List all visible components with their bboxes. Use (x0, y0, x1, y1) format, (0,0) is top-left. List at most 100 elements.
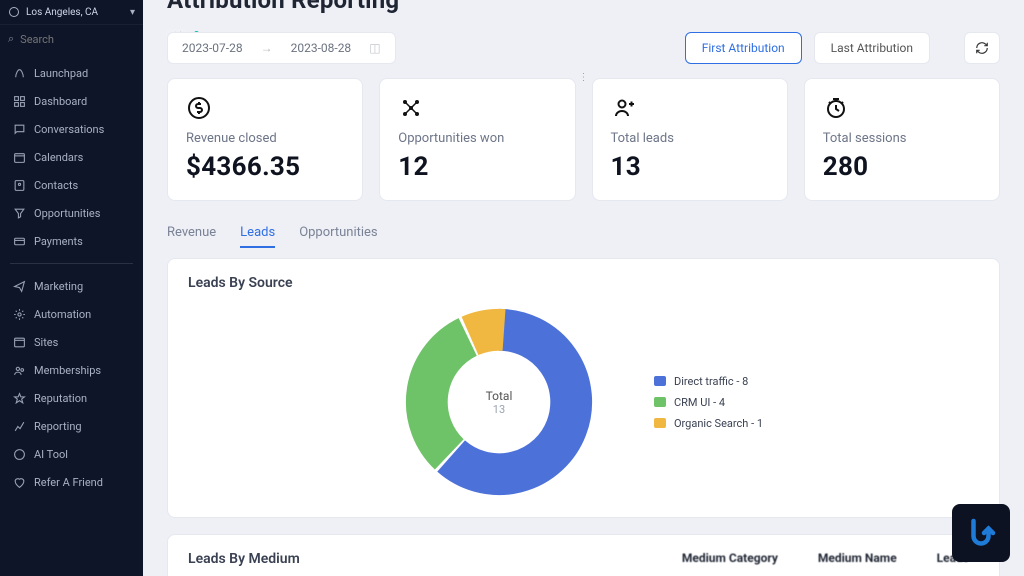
users-icon (12, 363, 26, 377)
sidebar-item-label: Payments (34, 235, 83, 248)
sidebar-item-reporting[interactable]: Reporting (0, 412, 143, 440)
metric-cards: Revenue closed $4366.35 Opportunities won 1… (167, 78, 1000, 201)
site-icon (12, 335, 26, 349)
sidebar-item-dashboard[interactable]: Dashboard (0, 87, 143, 115)
tab-opportunities[interactable]: Opportunities (299, 219, 377, 248)
sidebar-item-conversations[interactable]: Conversations (0, 115, 143, 143)
heart-icon (12, 475, 26, 489)
sidebar-item-label: Launchpad (34, 67, 88, 80)
donut-center: Total 13 (486, 389, 513, 416)
panel-title: Leads By Source (188, 275, 979, 291)
sidebar-item-label: Marketing (34, 280, 83, 293)
sidebar-item-launchpad[interactable]: Launchpad (0, 59, 143, 87)
sidebar-item-label: Calendars (34, 151, 83, 164)
sidebar-item-label: Conversations (34, 123, 104, 136)
sidebar-item-label: Contacts (34, 179, 78, 192)
sidebar-item-refer-a-friend[interactable]: Refer A Friend (0, 468, 143, 496)
metric-card-revenue-closed: Revenue closed $4366.35 (167, 78, 363, 201)
sidebar-item-marketing[interactable]: Marketing (0, 272, 143, 300)
sidebar-separator (10, 263, 133, 264)
col-medium-category: Medium Category (682, 551, 778, 565)
sidebar-item-label: Reputation (34, 392, 87, 405)
sidebar-item-label: Automation (34, 308, 91, 321)
sidebar-item-reputation[interactable]: Reputation (0, 384, 143, 412)
tab-leads[interactable]: Leads (240, 219, 275, 248)
funnel-icon (12, 206, 26, 220)
toolbar: 2023-07-28 → 2023-08-28 ◫ First Attribut… (167, 32, 1000, 64)
card-icon (12, 234, 26, 248)
sidebar-item-memberships[interactable]: Memberships (0, 356, 143, 384)
location-label: Los Angeles, CA (26, 7, 124, 18)
chart-legend: Direct traffic - 8 CRM UI - 4 Organic Sear… (654, 375, 763, 430)
metric-label: Opportunities won (398, 131, 556, 146)
first-attribution-button[interactable]: First Attribution (685, 32, 802, 64)
refresh-button[interactable] (964, 32, 1000, 64)
legend-label: Direct traffic - 8 (674, 375, 748, 388)
sidebar-item-label: Refer A Friend (34, 476, 103, 489)
calendar-icon: ◫ (369, 41, 380, 55)
metric-icon (398, 95, 424, 121)
leads-by-medium-panel: Leads By Medium Medium Category Medium N… (167, 534, 1000, 576)
search-bar[interactable]: ⌕ ctrl K (0, 25, 143, 59)
legend-label: Organic Search - 1 (674, 417, 763, 430)
send-icon (12, 279, 26, 293)
legend-swatch (654, 418, 666, 428)
sidebar-item-label: Sites (34, 336, 58, 349)
metric-icon (186, 95, 212, 121)
sidebar-item-label: Memberships (34, 364, 101, 377)
last-attribution-button[interactable]: Last Attribution (814, 32, 930, 64)
panel2-title: Leads By Medium (188, 551, 642, 567)
calendar-icon (12, 150, 26, 164)
brand-watermark (952, 504, 1010, 562)
col-medium-name: Medium Name (818, 551, 897, 565)
metric-card-opportunities-won: Opportunities won 12 (379, 78, 575, 201)
legend-item[interactable]: Organic Search - 1 (654, 417, 763, 430)
legend-item[interactable]: Direct traffic - 8 (654, 375, 763, 388)
sidebar: Los Angeles, CA ▾ ⌕ ctrl K Launchpad Dash… (0, 0, 143, 576)
refresh-icon (975, 41, 989, 55)
leads-by-source-panel: Leads By Source Total 13 Direct traffic … (167, 258, 1000, 518)
sidebar-item-contacts[interactable]: Contacts (0, 171, 143, 199)
legend-item[interactable]: CRM UI - 4 (654, 396, 763, 409)
search-input[interactable] (20, 33, 160, 46)
legend-swatch (654, 376, 666, 386)
legend-swatch (654, 397, 666, 407)
metric-value: $4366.35 (186, 152, 344, 182)
sidebar-item-label: AI Tool (34, 448, 68, 461)
tab-revenue[interactable]: Revenue (167, 219, 216, 248)
chat-icon (12, 122, 26, 136)
sidebar-item-label: Reporting (34, 420, 82, 433)
metric-card-total-sessions: Total sessions 280 (804, 78, 1000, 201)
search-icon: ⌕ (8, 32, 14, 46)
ai-icon (12, 447, 26, 461)
page-title: Attribution Reporting (167, 0, 1000, 20)
metric-value: 12 (398, 152, 556, 182)
sidebar-item-label: Dashboard (34, 95, 87, 108)
date-from: 2023-07-28 (182, 41, 243, 55)
star-icon (12, 391, 26, 405)
sidebar-item-ai-tool[interactable]: AI Tool (0, 440, 143, 468)
chevron-down-icon: ▾ (130, 7, 135, 18)
chart-icon (12, 419, 26, 433)
contact-icon (12, 178, 26, 192)
sidebar-item-sites[interactable]: Sites (0, 328, 143, 356)
metric-value: 280 (823, 152, 981, 182)
sidebar-item-payments[interactable]: Payments (0, 227, 143, 255)
legend-label: CRM UI - 4 (674, 396, 725, 409)
gear-icon (12, 307, 26, 321)
metric-label: Revenue closed (186, 131, 344, 146)
rocket-icon (12, 66, 26, 80)
sidebar-item-label: Opportunities (34, 207, 100, 220)
metric-icon (823, 95, 849, 121)
sidebar-item-opportunities[interactable]: Opportunities (0, 199, 143, 227)
metric-value: 13 (611, 152, 769, 182)
metric-label: Total sessions (823, 131, 981, 146)
sidebar-item-calendars[interactable]: Calendars (0, 143, 143, 171)
main-content: Attribution Reporting 2023-07-28 → 2023-… (143, 0, 1024, 576)
sidebar-item-automation[interactable]: Automation (0, 300, 143, 328)
metric-icon (611, 95, 637, 121)
metric-label: Total leads (611, 131, 769, 146)
location-selector[interactable]: Los Angeles, CA ▾ (0, 0, 143, 25)
date-range-picker[interactable]: 2023-07-28 → 2023-08-28 ◫ (167, 32, 396, 64)
date-to: 2023-08-28 (291, 41, 352, 55)
